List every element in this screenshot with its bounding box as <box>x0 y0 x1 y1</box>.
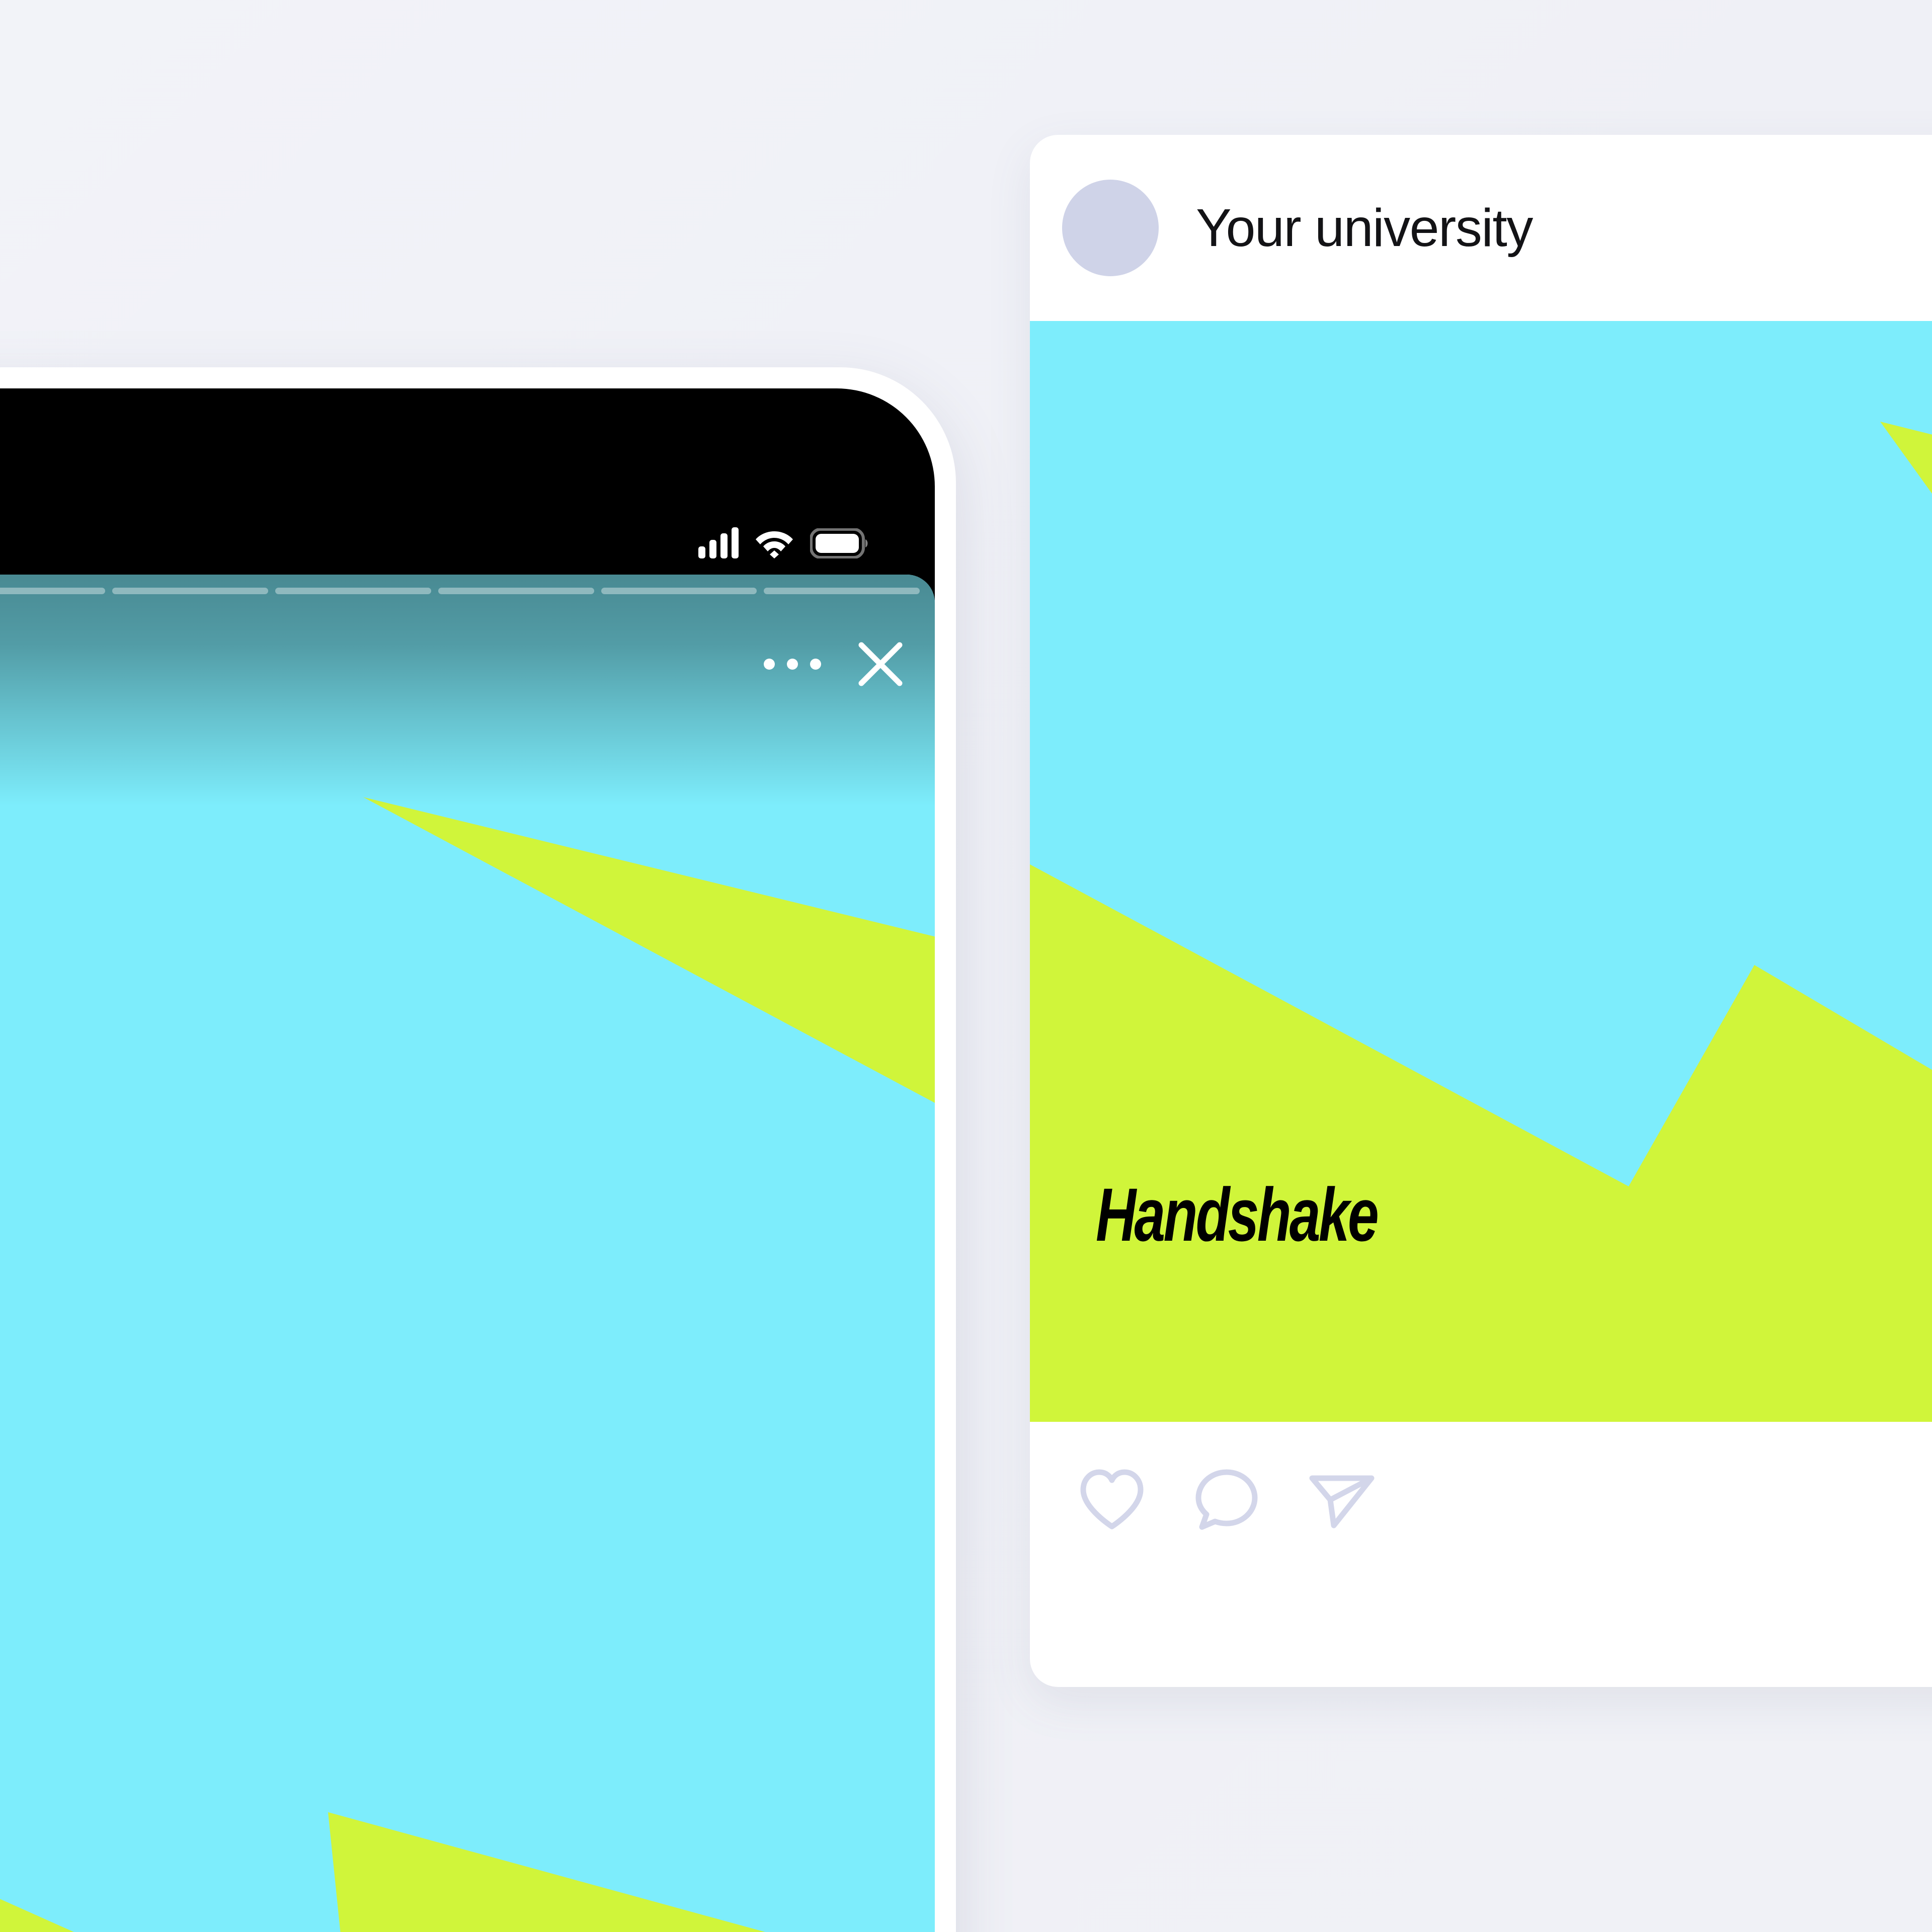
post-avatar[interactable] <box>1062 180 1159 276</box>
story-artwork <box>0 575 935 1932</box>
story-progress-segment[interactable] <box>438 588 594 594</box>
story-progress-segment[interactable] <box>601 588 757 594</box>
story-progress-segment[interactable] <box>275 588 431 594</box>
wifi-icon <box>756 531 793 558</box>
story-progress-segment[interactable] <box>112 588 268 594</box>
story-user-info[interactable]: yourschool 2h <box>0 640 764 688</box>
instagram-story-screen: yourschool 2h <box>0 575 935 1932</box>
phone-mockup: 9:41 <box>0 367 956 1932</box>
instagram-post-card: Your university Handshake <box>1030 135 1932 1687</box>
post-username[interactable]: Your university <box>1196 198 1533 259</box>
status-bar: 9:41 <box>0 388 935 575</box>
story-progress-bar <box>0 588 920 594</box>
post-action-bar <box>1030 1422 1932 1687</box>
phone-screen-body: 9:41 <box>0 388 935 1932</box>
story-progress-segment[interactable] <box>0 588 106 594</box>
comment-icon[interactable] <box>1189 1461 1264 1537</box>
close-icon[interactable] <box>856 640 905 688</box>
post-header: Your university <box>1030 135 1932 321</box>
more-options-icon[interactable] <box>764 659 821 670</box>
share-icon[interactable] <box>1304 1461 1379 1537</box>
heart-icon[interactable] <box>1074 1461 1150 1537</box>
story-header: yourschool 2h <box>0 614 935 714</box>
story-progress-segment[interactable] <box>764 588 920 594</box>
battery-full-icon <box>810 528 868 558</box>
status-bar-icons <box>698 527 869 564</box>
cellular-signal-icon <box>698 527 739 558</box>
post-media: Handshake <box>1030 321 1932 1422</box>
handshake-logo: Handshake <box>1096 1172 1379 1257</box>
